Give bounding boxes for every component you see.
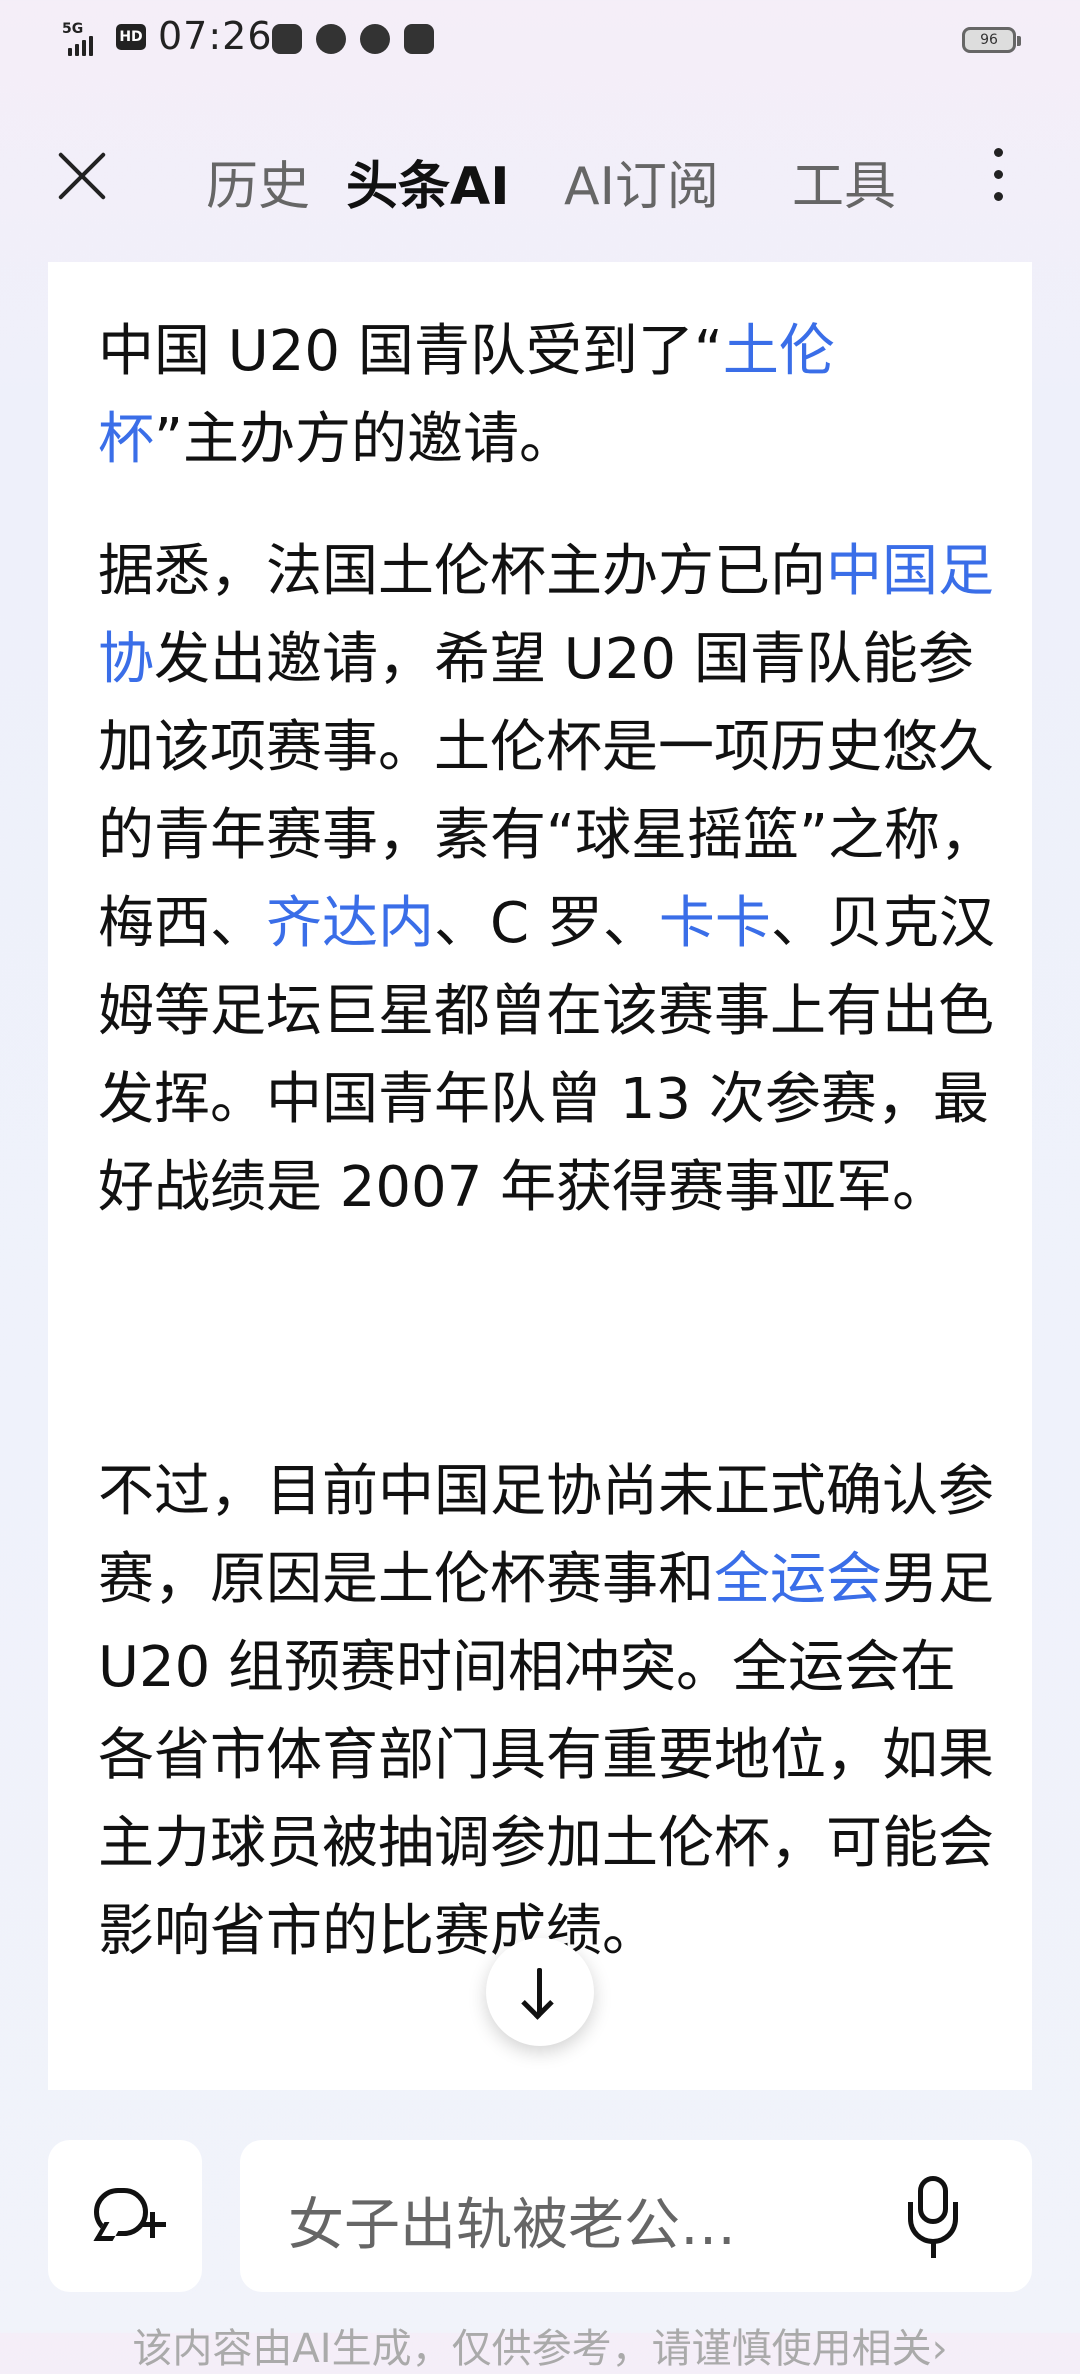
tab-toutiao-ai[interactable]: 头条AI (346, 144, 510, 219)
battery-icon: 96 (962, 27, 1021, 53)
link-toulon[interactable]: 土伦 (723, 319, 835, 384)
app-notification-icon (360, 24, 390, 54)
tab-ai-subscription[interactable]: AI订阅 (564, 144, 719, 219)
paragraph-text: 、C 罗、 (434, 891, 659, 956)
status-bar: 5G HD 07:26 96 (0, 0, 1080, 84)
chat-input-placeholder: 女子出轨被老公… (288, 2193, 736, 2258)
notification-icons (272, 24, 434, 54)
tab-history[interactable]: 历史 (206, 144, 310, 219)
hd-icon: HD (116, 24, 146, 50)
chat-input[interactable]: 女子出轨被老公… (240, 2140, 1032, 2292)
paragraph-text: 中国 U20 国青队受到了“ (98, 319, 723, 384)
arrow-down-icon (537, 1968, 542, 2014)
link-kaka[interactable]: 卡卡 (659, 891, 771, 956)
paragraph-1: 中国 U20 国青队受到了“土伦杯”主办方的邀请。 (98, 308, 998, 484)
signal-icon: 5G (62, 22, 110, 56)
tab-tools[interactable]: 工具 (792, 144, 896, 219)
network-type: 5G (62, 21, 84, 37)
paragraph-text: ”主办方的邀请。 (154, 407, 576, 472)
more-icon[interactable] (978, 142, 1018, 208)
bottom-bar: 女子出轨被老公… (0, 2140, 1080, 2292)
new-chat-button[interactable] (48, 2140, 202, 2292)
status-time: 07:26 (158, 14, 273, 58)
app-notification-icon (272, 24, 302, 54)
mic-icon[interactable] (908, 2176, 958, 2262)
new-chat-icon (94, 2188, 148, 2236)
app-notification-icon (316, 24, 346, 54)
paragraph-text: 据悉，法国土伦杯主办方已向 (98, 539, 826, 604)
scroll-down-button[interactable] (486, 1938, 594, 2046)
link-national-games[interactable]: 全运会 (714, 1547, 882, 1612)
play-notification-icon (404, 24, 434, 54)
paragraph-2: 据悉，法国土伦杯主办方已向中国足协发出邀请，希望 U20 国青队能参加该项赛事。… (98, 528, 998, 1232)
link-zidane[interactable]: 齐达内 (266, 891, 434, 956)
paragraph-3: 不过，目前中国足协尚未正式确认参赛，原因是土伦杯赛事和全运会男足 U20 组预赛… (98, 1448, 998, 1976)
top-nav: 历史 头条AI AI订阅 工具 (0, 130, 1080, 220)
link-toulon[interactable]: 杯 (98, 407, 154, 472)
close-icon[interactable] (52, 146, 112, 206)
ai-disclaimer: 该内容由AI生成，仅供参考，请谨慎使用相关› (132, 2326, 948, 2372)
